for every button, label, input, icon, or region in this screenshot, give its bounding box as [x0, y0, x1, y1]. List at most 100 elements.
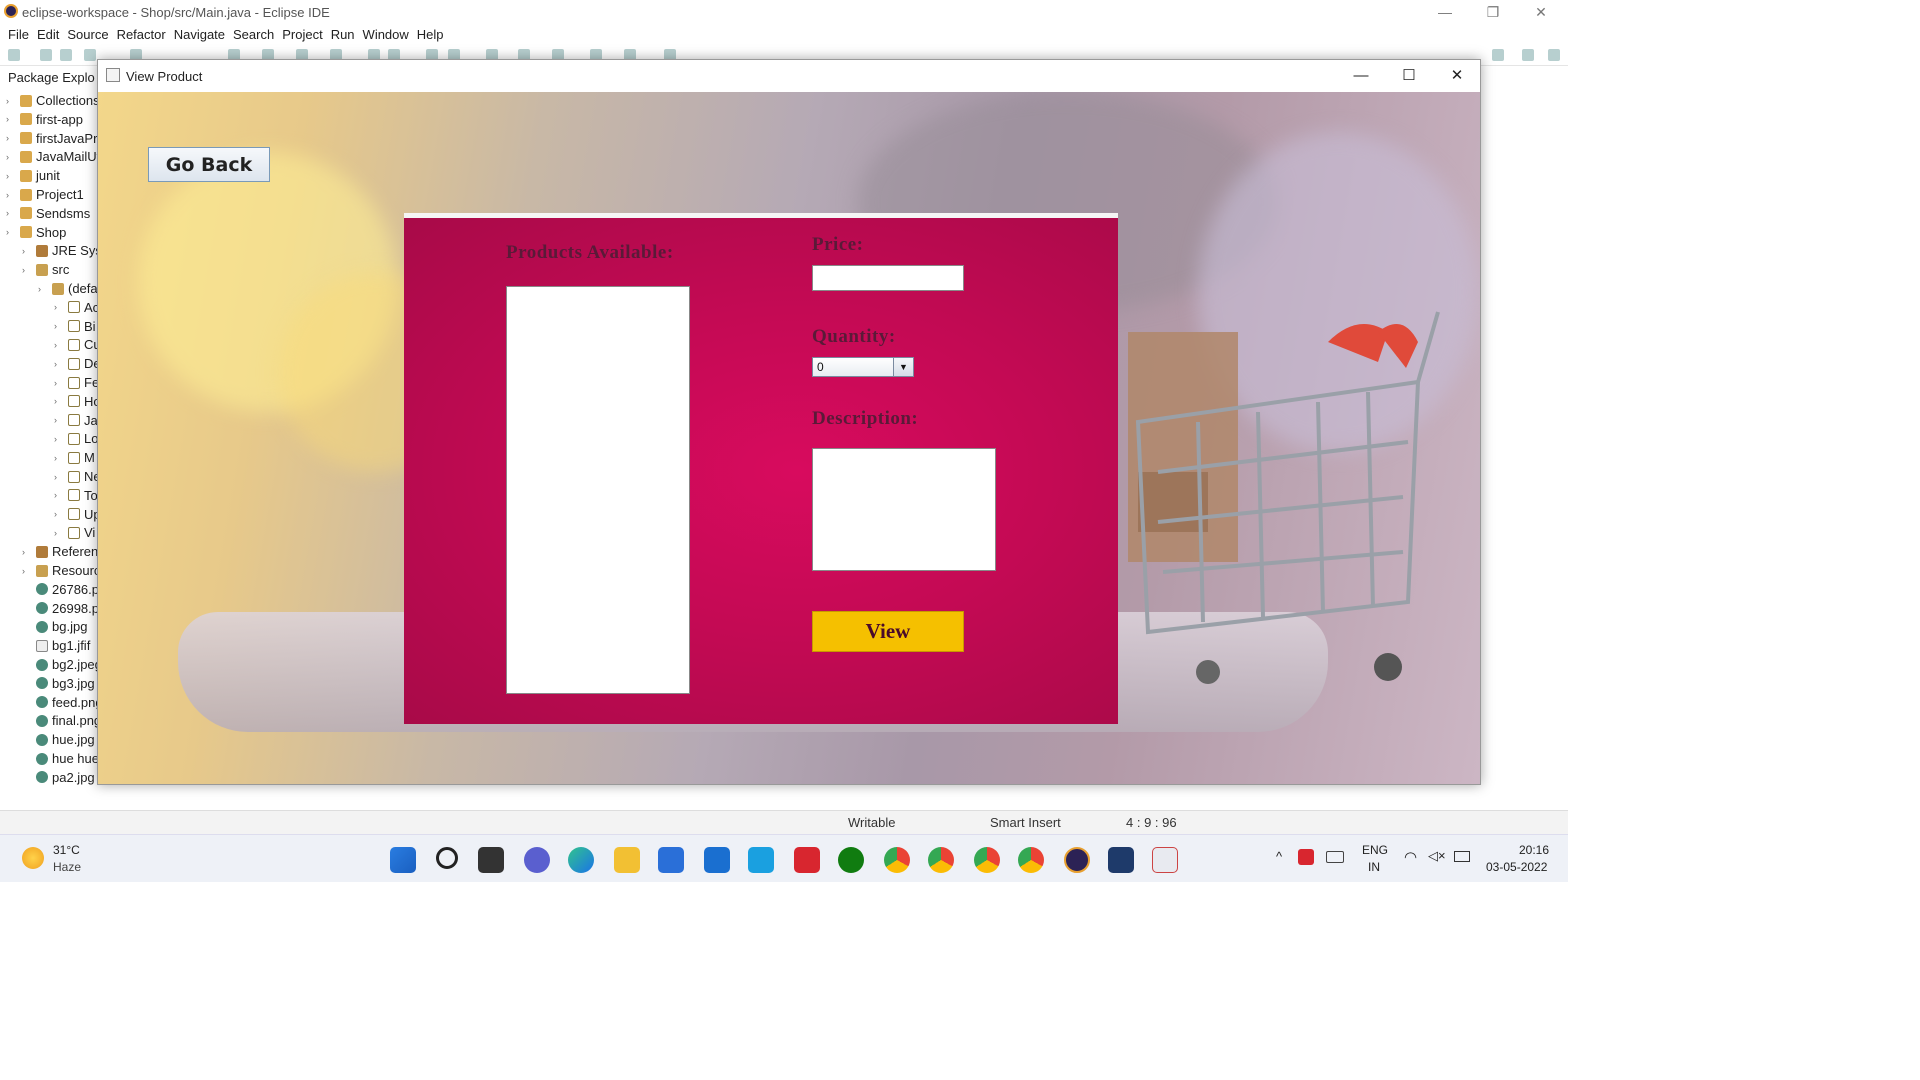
- dialog-maximize-button[interactable]: ☐: [1386, 64, 1432, 88]
- tree-item[interactable]: › src: [22, 260, 69, 279]
- tree-item[interactable]: bg2.jpeg: [22, 655, 102, 674]
- dialog-minimize-button[interactable]: —: [1338, 64, 1384, 88]
- mail-icon[interactable]: [704, 847, 730, 873]
- quantity-dropdown[interactable]: 0 ▼: [812, 357, 914, 377]
- open-perspective-icon[interactable]: [1522, 49, 1534, 61]
- chevron-right-icon[interactable]: ›: [6, 152, 16, 162]
- menu-help[interactable]: Help: [417, 27, 444, 42]
- tree-item[interactable]: › Fe: [54, 373, 99, 392]
- eclipse-close-button[interactable]: ✕: [1518, 2, 1564, 22]
- battery-icon[interactable]: [1454, 851, 1470, 862]
- chevron-right-icon[interactable]: ›: [54, 472, 64, 482]
- tree-item[interactable]: › junit: [6, 166, 60, 185]
- description-textarea[interactable]: [812, 448, 996, 571]
- save-all-icon[interactable]: [60, 49, 72, 61]
- chrome-profile-4-icon[interactable]: [1018, 847, 1044, 873]
- tree-item[interactable]: bg3.jpg: [22, 674, 95, 693]
- tree-item[interactable]: bg.jpg: [22, 617, 87, 636]
- tray-chevron-icon[interactable]: ^: [1276, 849, 1282, 864]
- tree-item[interactable]: feed.png: [22, 693, 103, 712]
- chevron-right-icon[interactable]: ›: [38, 284, 48, 294]
- clock-time[interactable]: 20:16: [1519, 843, 1549, 857]
- chrome-profile-3-icon[interactable]: [974, 847, 1000, 873]
- tree-item[interactable]: › Shop: [6, 223, 66, 242]
- menu-file[interactable]: File: [8, 27, 29, 42]
- chevron-right-icon[interactable]: ›: [54, 528, 64, 538]
- chevron-right-icon[interactable]: ›: [54, 490, 64, 500]
- language-label[interactable]: ENG: [1362, 843, 1388, 857]
- start-icon[interactable]: [390, 847, 416, 873]
- chevron-right-icon[interactable]: ›: [6, 190, 16, 200]
- tree-item[interactable]: › Sendsms: [6, 204, 90, 223]
- chevron-right-icon[interactable]: ›: [54, 415, 64, 425]
- chevron-right-icon[interactable]: ›: [54, 434, 64, 444]
- task-view-icon[interactable]: [478, 847, 504, 873]
- tree-item[interactable]: › Project1: [6, 185, 84, 204]
- tree-item[interactable]: › JavaMailUt: [6, 147, 100, 166]
- weather-sun-icon[interactable]: [22, 847, 44, 869]
- menu-refactor[interactable]: Refactor: [117, 27, 166, 42]
- edge-icon[interactable]: [568, 847, 594, 873]
- eclipse-minimize-button[interactable]: —: [1422, 2, 1468, 22]
- file-explorer-icon[interactable]: [614, 847, 640, 873]
- menu-window[interactable]: Window: [363, 27, 409, 42]
- search-taskbar-icon[interactable]: [436, 847, 458, 869]
- search-icon[interactable]: [1492, 49, 1504, 61]
- chevron-right-icon[interactable]: ›: [54, 359, 64, 369]
- menu-search[interactable]: Search: [233, 27, 274, 42]
- tree-item[interactable]: › Ac: [54, 298, 99, 317]
- chevron-down-icon[interactable]: ▼: [893, 358, 913, 376]
- tray-mcafee-icon[interactable]: [1298, 849, 1314, 865]
- tree-item[interactable]: hue.jpg: [22, 730, 95, 749]
- store-icon[interactable]: [658, 847, 684, 873]
- chevron-right-icon[interactable]: ›: [54, 509, 64, 519]
- xbox-icon[interactable]: [838, 847, 864, 873]
- chevron-right-icon[interactable]: ›: [6, 133, 16, 143]
- tree-item[interactable]: › Referen: [22, 542, 98, 561]
- tree-item[interactable]: 26786.p: [22, 580, 99, 599]
- tree-item[interactable]: › Resourc: [22, 561, 100, 580]
- chevron-right-icon[interactable]: ›: [54, 453, 64, 463]
- tree-item[interactable]: 26998.p: [22, 599, 99, 618]
- chevron-right-icon[interactable]: ›: [6, 114, 16, 124]
- price-input[interactable]: [812, 265, 964, 291]
- tree-item[interactable]: › Cu: [54, 335, 101, 354]
- menu-source[interactable]: Source: [67, 27, 108, 42]
- menu-edit[interactable]: Edit: [37, 27, 59, 42]
- eclipse-restore-button[interactable]: ❐: [1470, 2, 1516, 22]
- mcafee-icon[interactable]: [794, 847, 820, 873]
- tree-item[interactable]: › first-app: [6, 110, 83, 129]
- chevron-right-icon[interactable]: ›: [54, 340, 64, 350]
- save-icon[interactable]: [40, 49, 52, 61]
- chevron-right-icon[interactable]: ›: [6, 171, 16, 181]
- tree-item[interactable]: › (defa: [38, 279, 98, 298]
- menu-run[interactable]: Run: [331, 27, 355, 42]
- tree-item[interactable]: › Lo: [54, 429, 98, 448]
- products-list[interactable]: [506, 286, 690, 694]
- eclipse-taskbar-icon[interactable]: [1064, 847, 1090, 873]
- go-back-button[interactable]: Go Back: [148, 147, 270, 182]
- java-app-icon[interactable]: [1108, 847, 1134, 873]
- chevron-right-icon[interactable]: ›: [22, 566, 32, 576]
- tree-item[interactable]: › Up: [54, 505, 101, 524]
- chrome-icon[interactable]: [884, 847, 910, 873]
- volume-muted-icon[interactable]: ◁×: [1428, 848, 1446, 864]
- dialog-close-button[interactable]: ✕: [1434, 64, 1480, 88]
- java-perspective-icon[interactable]: [1548, 49, 1560, 61]
- chevron-right-icon[interactable]: ›: [54, 302, 64, 312]
- tree-item[interactable]: › Ja: [54, 411, 98, 430]
- menu-navigate[interactable]: Navigate: [174, 27, 225, 42]
- java-swing-icon[interactable]: [1152, 847, 1178, 873]
- tree-item[interactable]: › Collections: [6, 91, 100, 110]
- new-icon[interactable]: [8, 49, 20, 61]
- chevron-right-icon[interactable]: ›: [6, 227, 16, 237]
- view-button[interactable]: View: [812, 611, 964, 652]
- chevron-right-icon[interactable]: ›: [22, 246, 32, 256]
- tree-item[interactable]: › To: [54, 486, 98, 505]
- tree-item[interactable]: › Vi: [54, 523, 95, 542]
- tree-item[interactable]: › M: [54, 448, 95, 467]
- tree-item[interactable]: › Bi: [54, 317, 96, 336]
- tree-item[interactable]: › De: [54, 354, 101, 373]
- tree-item[interactable]: pa2.jpg: [22, 768, 95, 787]
- tree-item[interactable]: final.png: [22, 711, 101, 730]
